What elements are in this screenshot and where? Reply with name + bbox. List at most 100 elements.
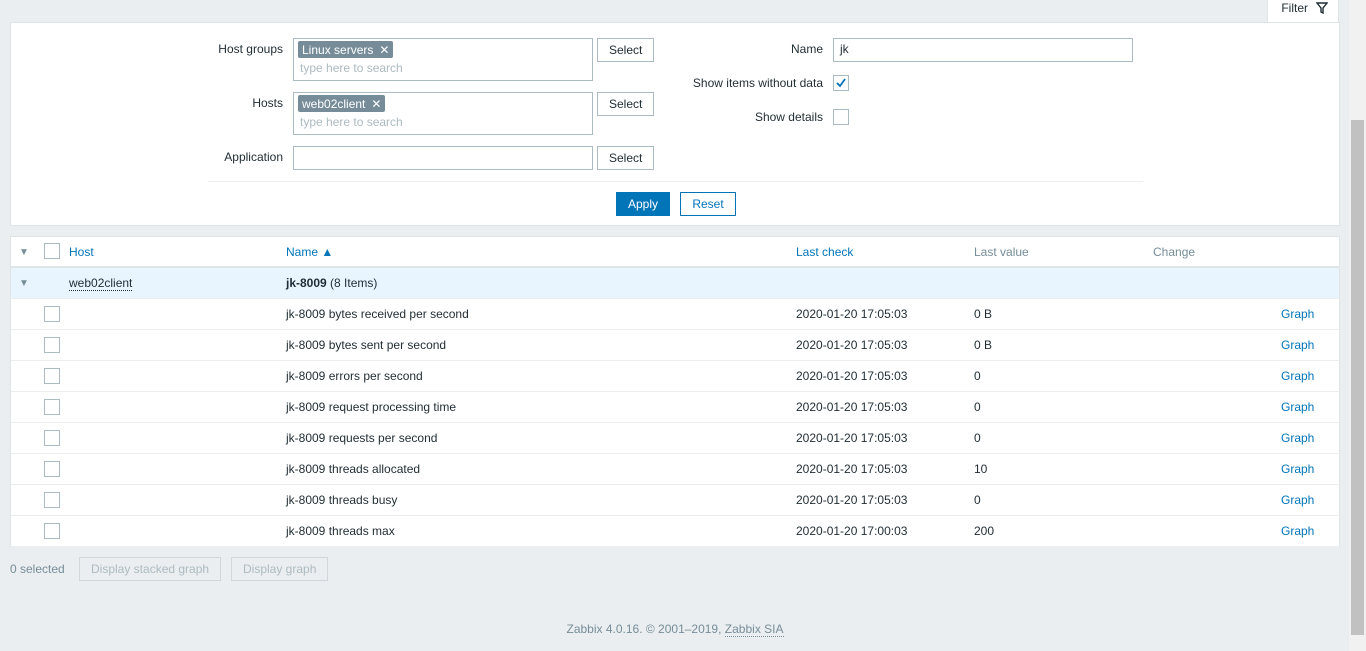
- graph-link[interactable]: Graph: [1281, 462, 1314, 476]
- item-last-check: 2020-01-20 17:05:03: [796, 493, 908, 507]
- item-last-check: 2020-01-20 17:00:03: [796, 524, 908, 538]
- item-name: jk-8009 bytes received per second: [286, 307, 469, 321]
- graph-link[interactable]: Graph: [1281, 431, 1314, 445]
- hosts-multiselect[interactable]: web02client ✕ type here to search: [293, 92, 593, 135]
- item-last-value: 0 B: [974, 338, 993, 352]
- item-last-value: 200: [974, 524, 995, 538]
- hosts-label: Hosts: [252, 96, 283, 110]
- row-checkbox[interactable]: [44, 492, 60, 508]
- latest-data-table: ▼ Host Name ▲ Last check Last value Chan…: [10, 236, 1340, 547]
- host-groups-select-button[interactable]: Select: [597, 38, 655, 62]
- name-label: Name: [790, 42, 823, 56]
- application-select-button[interactable]: Select: [597, 146, 655, 170]
- table-row: jk-8009 threads max 2020-01-20 17:00:03 20…: [11, 516, 1339, 547]
- graph-link[interactable]: Graph: [1281, 524, 1314, 538]
- host-groups-label: Host groups: [218, 42, 283, 56]
- filter-tab-label: Filter: [1281, 0, 1308, 15]
- item-last-check: 2020-01-20 17:05:03: [796, 431, 908, 445]
- funnel-icon: [1316, 1, 1328, 14]
- checkmark-icon: [836, 78, 846, 88]
- host-group-chip: Linux servers ✕: [298, 41, 394, 58]
- host-group-chip-label: Linux servers: [302, 42, 374, 57]
- table-row: jk-8009 threads allocated 2020-01-20 17:0…: [11, 454, 1339, 485]
- change-column-header: Change: [1153, 245, 1196, 259]
- group-item-count: (8 Items): [330, 276, 378, 290]
- group-app-name: jk-8009: [286, 276, 327, 290]
- scrollbar-thumb[interactable]: [1351, 120, 1364, 635]
- footer-link[interactable]: Zabbix SIA: [724, 622, 784, 637]
- hosts-row: Hosts web02client ✕ type here to search …: [131, 92, 655, 135]
- item-last-check: 2020-01-20 17:05:03: [796, 338, 908, 352]
- item-last-value: 0: [974, 431, 981, 445]
- item-last-value: 10: [974, 462, 988, 476]
- collapse-group-icon[interactable]: ▼: [19, 278, 29, 289]
- show-items-checkbox[interactable]: [833, 75, 849, 91]
- last-check-column-header[interactable]: Last check: [796, 245, 853, 259]
- item-rows: jk-8009 bytes received per second 2020-01…: [11, 299, 1339, 547]
- item-last-check: 2020-01-20 17:05:03: [796, 400, 908, 414]
- item-name: jk-8009 threads max: [286, 524, 395, 538]
- item-last-check: 2020-01-20 17:05:03: [796, 462, 908, 476]
- page-footer: Zabbix 4.0.16. © 2001–2019, Zabbix SIA: [0, 622, 1350, 637]
- name-input[interactable]: jk: [833, 38, 1133, 62]
- item-last-value: 0: [974, 400, 981, 414]
- host-groups-search-input[interactable]: type here to search: [298, 58, 588, 78]
- item-name: jk-8009 threads busy: [286, 493, 398, 507]
- graph-link[interactable]: Graph: [1281, 400, 1314, 414]
- application-label: Application: [224, 150, 283, 164]
- item-last-value: 0 B: [974, 307, 993, 321]
- show-details-checkbox[interactable]: [833, 109, 849, 125]
- row-checkbox[interactable]: [44, 337, 60, 353]
- collapse-all-icon[interactable]: ▼: [19, 247, 29, 258]
- table-row: jk-8009 bytes sent per second 2020-01-20 …: [11, 330, 1339, 361]
- show-details-label: Show details: [754, 110, 823, 124]
- reset-button[interactable]: Reset: [680, 192, 736, 216]
- filter-panel: Host groups Linux servers ✕ type here to…: [10, 22, 1340, 226]
- application-input[interactable]: [293, 146, 593, 170]
- item-last-check: 2020-01-20 17:05:03: [796, 369, 908, 383]
- row-checkbox[interactable]: [44, 399, 60, 415]
- row-checkbox[interactable]: [44, 461, 60, 477]
- graph-link[interactable]: Graph: [1281, 307, 1314, 321]
- application-group-row: ▼ web02client jk-8009 (8 Items): [11, 268, 1339, 299]
- remove-chip-icon[interactable]: ✕: [371, 97, 381, 111]
- footer-text: Zabbix 4.0.16. © 2001–2019,: [566, 622, 722, 636]
- filter-tab[interactable]: Filter: [1267, 0, 1339, 23]
- item-name: jk-8009 bytes sent per second: [286, 338, 447, 352]
- graph-link[interactable]: Graph: [1281, 338, 1314, 352]
- host-groups-multiselect[interactable]: Linux servers ✕ type here to search: [293, 38, 593, 81]
- table-row: jk-8009 requests per second 2020-01-20 17…: [11, 423, 1339, 454]
- table-row: jk-8009 request processing time 2020-01-2…: [11, 392, 1339, 423]
- last-value-column-header: Last value: [974, 245, 1029, 259]
- item-last-value: 0: [974, 369, 981, 383]
- select-all-checkbox[interactable]: [44, 243, 60, 259]
- row-checkbox[interactable]: [44, 306, 60, 322]
- selected-count: 0 selected: [10, 562, 65, 576]
- hosts-select-button[interactable]: Select: [597, 92, 655, 116]
- show-items-label: Show items without data: [692, 76, 823, 90]
- row-checkbox[interactable]: [44, 430, 60, 446]
- apply-button[interactable]: Apply: [616, 192, 670, 216]
- hosts-search-input[interactable]: type here to search: [298, 112, 588, 132]
- item-name: jk-8009 threads allocated: [286, 462, 421, 476]
- host-column-header[interactable]: Host: [69, 245, 94, 259]
- item-last-value: 0: [974, 493, 981, 507]
- host-chip: web02client ✕: [298, 95, 386, 112]
- display-stacked-graph-button[interactable]: Display stacked graph: [79, 557, 222, 581]
- row-checkbox[interactable]: [44, 368, 60, 384]
- show-details-row: Show details: [671, 106, 849, 125]
- graph-link[interactable]: Graph: [1281, 369, 1314, 383]
- graph-link[interactable]: Graph: [1281, 493, 1314, 507]
- display-graph-button[interactable]: Display graph: [231, 557, 329, 581]
- filter-divider: [208, 181, 1143, 182]
- show-items-row: Show items without data: [671, 72, 849, 91]
- name-row: Name jk: [671, 38, 1133, 62]
- item-name: jk-8009 requests per second: [286, 431, 438, 445]
- host-chip-label: web02client: [302, 96, 366, 111]
- row-checkbox[interactable]: [44, 523, 60, 539]
- group-host-link[interactable]: web02client: [69, 276, 133, 291]
- table-row: jk-8009 errors per second 2020-01-20 17:0…: [11, 361, 1339, 392]
- remove-chip-icon[interactable]: ✕: [379, 43, 389, 57]
- table-header: ▼ Host Name ▲ Last check Last value Chan…: [11, 237, 1339, 268]
- name-column-header[interactable]: Name ▲: [286, 245, 333, 259]
